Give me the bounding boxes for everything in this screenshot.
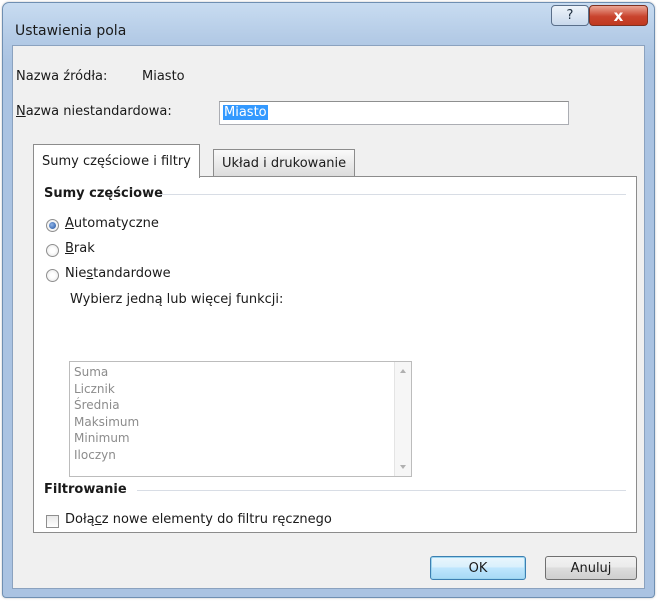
list-item[interactable]: Suma (74, 364, 139, 381)
radio-custom-label: Niestandardowe (65, 266, 171, 281)
tab-layout-print[interactable]: Układ i drukowanie (213, 149, 356, 176)
help-button[interactable]: ? (551, 5, 589, 26)
tab-subtotals-filters[interactable]: Sumy częściowe i filtry (33, 144, 200, 178)
list-item[interactable]: Średnia (74, 397, 139, 414)
listbox-scrollbar[interactable] (394, 362, 411, 476)
tab-label: Sumy częściowe i filtry (42, 154, 191, 169)
radio-button[interactable] (46, 219, 59, 232)
custom-name-label-text: azwa niestandardowa: (25, 104, 172, 119)
source-name-label: Nazwa źródła: (16, 69, 108, 84)
scroll-down-icon[interactable] (400, 465, 406, 469)
custom-name-mnemonic: N (16, 104, 26, 119)
filter-section-title: Filtrowanie (44, 482, 127, 497)
ok-button-label: OK (468, 560, 488, 576)
include-new-items-label: Dołącz nowe elementy do filtru ręcznego (65, 512, 332, 527)
scroll-up-icon[interactable] (400, 369, 406, 373)
custom-name-input[interactable]: Miasto (219, 101, 569, 125)
tab-panel: Sumy częściowe Automatyczne Brak Niestan… (33, 176, 637, 533)
dialog-body: Nazwa źródła: Miasto Nazwa niestandardow… (12, 45, 645, 589)
radio-none-label: Brak (65, 241, 95, 256)
functions-listbox[interactable]: Suma Licznik Średnia Maksimum Minimum Il… (69, 361, 412, 477)
title-bar[interactable]: Ustawienia pola ? x (3, 3, 654, 43)
dialog-window: Ustawienia pola ? x Nazwa źródła: Miasto… (2, 2, 655, 598)
source-name-value: Miasto (142, 69, 185, 84)
radio-automatic-label: Automatyczne (65, 216, 159, 231)
list-item[interactable]: Iloczyn (74, 447, 139, 464)
list-item[interactable]: Minimum (74, 430, 139, 447)
list-item[interactable]: Licznik (74, 381, 139, 398)
list-item[interactable]: Maksimum (74, 414, 139, 431)
subtotals-section-title: Sumy częściowe (44, 186, 163, 201)
dialog-title: Ustawienia pola (15, 23, 127, 39)
ok-button[interactable]: OK (430, 556, 526, 580)
radio-button[interactable] (46, 269, 59, 282)
cancel-button-label: Anuluj (570, 560, 612, 576)
close-icon: x (613, 6, 624, 25)
functions-label: Wybierz jedną lub więcej funkcji: (70, 292, 284, 307)
functions-list: Suma Licznik Średnia Maksimum Minimum Il… (74, 364, 139, 463)
subtotals-separator (160, 194, 626, 195)
tab-label: Układ i drukowanie (222, 155, 347, 171)
custom-name-label: Nazwa niestandardowa: (16, 104, 172, 119)
radio-button[interactable] (46, 244, 59, 257)
include-new-items-checkbox[interactable] (46, 515, 59, 528)
close-button[interactable]: x (589, 5, 648, 26)
custom-name-value: Miasto (223, 105, 268, 120)
cancel-button[interactable]: Anuluj (545, 556, 637, 580)
filter-separator (137, 490, 626, 491)
help-icon: ? (566, 8, 574, 23)
